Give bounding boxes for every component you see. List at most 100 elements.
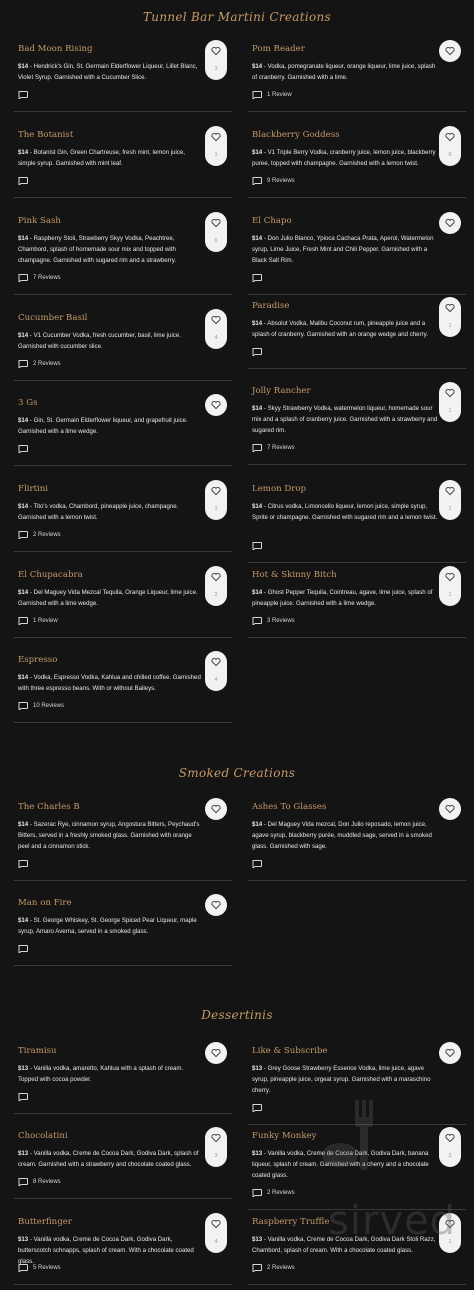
like-button[interactable] (205, 894, 227, 916)
item-name[interactable]: Jolly Rancher (252, 386, 311, 396)
like-button[interactable] (205, 394, 227, 416)
reviews-link[interactable] (18, 860, 33, 868)
item-name[interactable]: Flirtini (18, 484, 48, 494)
reviews-link[interactable] (252, 860, 267, 868)
reviews-link[interactable] (252, 348, 267, 356)
like-count: 6 (214, 238, 218, 244)
item-name[interactable]: Raspberry Truffle (252, 1217, 329, 1227)
reviews-link[interactable]: 10 Reviews (18, 702, 64, 710)
item-name[interactable]: Espresso (18, 655, 57, 665)
divider (14, 1113, 232, 1114)
item-name[interactable]: Like & Subscribe (252, 1046, 327, 1056)
reviews-link[interactable] (18, 445, 33, 453)
item-name[interactable]: The Botanist (18, 130, 73, 140)
comment-icon (252, 1104, 262, 1112)
like-button[interactable] (205, 1042, 227, 1064)
divider (14, 551, 232, 552)
reviews-link[interactable]: 2 Reviews (18, 531, 61, 539)
reviews-link[interactable]: 7 Reviews (252, 444, 295, 452)
reviews-link[interactable] (252, 1104, 267, 1112)
reviews-link[interactable]: 3 Reviews (252, 617, 295, 625)
like-button[interactable]: 2 (439, 1127, 461, 1167)
like-button[interactable] (439, 40, 461, 62)
item-price: $14 (252, 503, 263, 510)
item-price: $14 (18, 417, 29, 424)
item-price: $14 (252, 589, 263, 596)
like-button[interactable]: 1 (439, 297, 461, 337)
like-button[interactable]: 4 (205, 1213, 227, 1253)
like-button[interactable]: 1 (439, 382, 461, 422)
section-title-martini: Tunnel Bar Martini Creations (142, 10, 332, 24)
item-name[interactable]: Chocolatini (18, 1131, 68, 1141)
like-button[interactable]: 1 (205, 480, 227, 520)
item-description: $14 - Gin, St. Germain Elderflower lique… (18, 417, 188, 435)
like-count: 6 (448, 152, 452, 158)
item-name[interactable]: 3 Gs (18, 398, 37, 408)
like-button[interactable]: 6 (439, 126, 461, 166)
reviews-link[interactable] (252, 274, 267, 282)
item-description: $14 - Hendrick's Gin, St. Germain Elderf… (18, 63, 198, 81)
reviews-link[interactable]: 5 Reviews (18, 1264, 61, 1272)
divider (248, 562, 466, 563)
like-button[interactable]: 1 (439, 480, 461, 520)
like-button[interactable]: 1 (439, 566, 461, 606)
review-count: 9 Reviews (267, 178, 295, 184)
item-price: $14 (252, 405, 263, 412)
item-description: $14 - Absolut Vodka, Malibu Coconut rum,… (252, 320, 428, 338)
item-description: $14 - V1 Cucumber Vodka, fresh cucumber,… (18, 332, 181, 350)
item-description: $13 - Vanilla vodka, Creme de Cocoa Dark… (18, 1236, 194, 1265)
item-description: $14 - Del Maguey Vida mezcal, Don Julio … (252, 821, 432, 850)
item-name[interactable]: Bad Moon Rising (18, 44, 93, 54)
reviews-link[interactable]: 2 Reviews (252, 1189, 295, 1197)
reviews-link[interactable]: 7 Reviews (18, 274, 61, 282)
like-button[interactable] (205, 798, 227, 820)
item-name[interactable]: Pom Reader (252, 44, 305, 54)
divider (14, 380, 232, 381)
reviews-link[interactable]: 1 Review (252, 91, 292, 99)
item-name[interactable]: The Charles B (18, 802, 80, 812)
reviews-link[interactable]: 8 Reviews (18, 1178, 61, 1186)
item-name[interactable]: Lemon Drop (252, 484, 306, 494)
like-button[interactable]: 2 (205, 566, 227, 606)
reviews-link[interactable]: 2 Reviews (18, 360, 61, 368)
comment-icon (18, 860, 28, 868)
reviews-link[interactable]: 1 Review (18, 617, 58, 625)
comment-icon (18, 531, 28, 539)
reviews-link[interactable] (252, 542, 267, 550)
divider (248, 111, 466, 112)
like-count: 4 (214, 1239, 218, 1245)
like-button[interactable]: 4 (205, 309, 227, 349)
item-description: $14 - Ghost Pepper Tequila, Cointreau, a… (252, 589, 433, 607)
divider (248, 368, 466, 369)
like-button[interactable]: 3 (205, 1127, 227, 1167)
like-button[interactable]: 6 (205, 212, 227, 252)
reviews-link[interactable] (18, 177, 33, 185)
like-button[interactable] (439, 1042, 461, 1064)
reviews-link[interactable] (18, 1093, 33, 1101)
reviews-link[interactable] (18, 945, 33, 953)
comment-icon (252, 617, 262, 625)
item-name[interactable]: Ashes To Glasses (252, 802, 326, 812)
item-name[interactable]: El Chupacabra (18, 570, 83, 580)
item-name[interactable]: El Chapo (252, 216, 292, 226)
like-button[interactable] (439, 212, 461, 234)
reviews-link[interactable]: 2 Reviews (252, 1264, 295, 1272)
item-name[interactable]: Blackberry Goddess (252, 130, 340, 140)
item-name[interactable]: Paradise (252, 301, 290, 311)
item-name[interactable]: Man on Fire (18, 898, 72, 908)
like-button[interactable] (439, 798, 461, 820)
item-name[interactable]: Butterfinger (18, 1217, 72, 1227)
comment-icon (18, 177, 28, 185)
like-button[interactable]: 1 (205, 126, 227, 166)
comment-icon (252, 1189, 262, 1197)
item-name[interactable]: Cucumber Basil (18, 313, 87, 323)
like-button[interactable]: 3 (205, 40, 227, 80)
like-count: 3 (214, 66, 218, 72)
like-button[interactable]: 4 (205, 651, 227, 691)
item-price: $14 (252, 320, 263, 327)
item-name[interactable]: Hot & Skinny Bitch (252, 570, 337, 580)
reviews-link[interactable] (18, 91, 33, 99)
item-name[interactable]: Tiramisu (18, 1046, 57, 1056)
reviews-link[interactable]: 9 Reviews (252, 177, 295, 185)
item-name[interactable]: Pink Sash (18, 216, 61, 226)
